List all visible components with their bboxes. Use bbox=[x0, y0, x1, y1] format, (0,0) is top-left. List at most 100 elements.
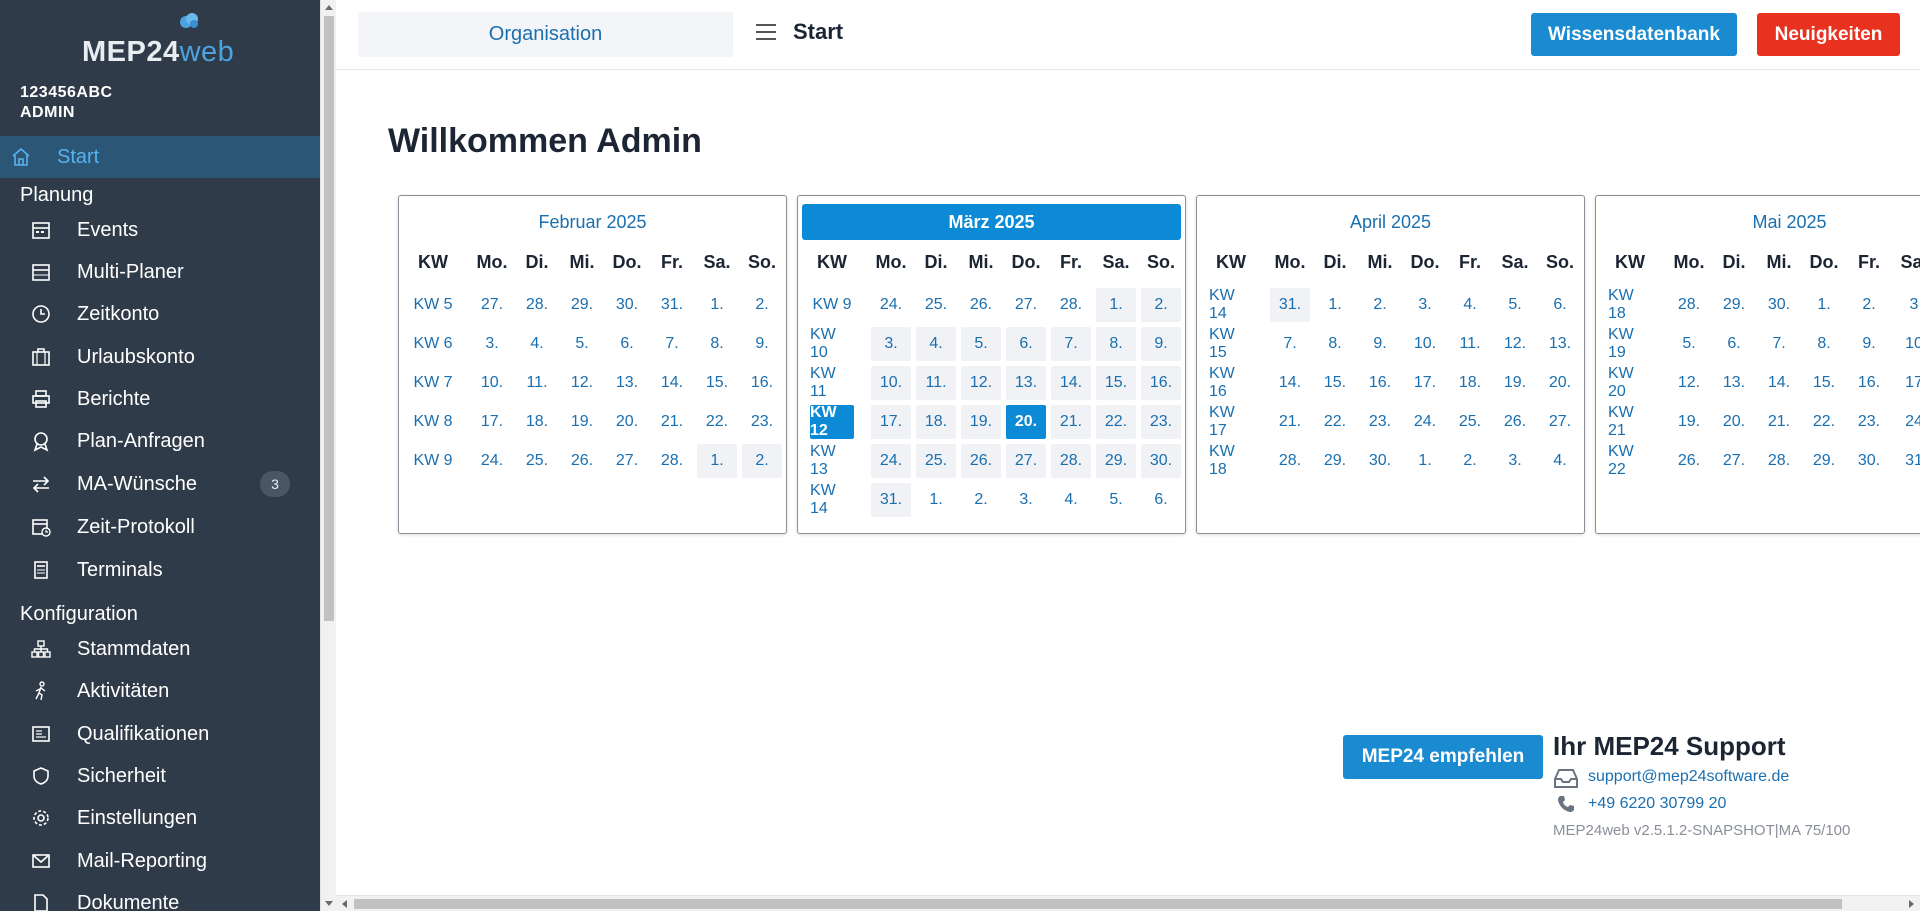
week-number-cell[interactable]: KW 15 bbox=[1209, 326, 1253, 361]
day-cell[interactable]: 31 bbox=[1894, 444, 1920, 478]
day-cell[interactable]: 26. bbox=[1495, 405, 1535, 439]
day-cell[interactable]: 6. bbox=[1714, 327, 1754, 361]
day-cell[interactable]: 31. bbox=[1270, 288, 1310, 322]
sidebar-item-start[interactable]: Start bbox=[0, 136, 320, 178]
day-cell[interactable]: 6. bbox=[1006, 327, 1046, 361]
day-cell[interactable]: 22. bbox=[1096, 405, 1136, 439]
day-cell[interactable]: 4. bbox=[1540, 444, 1580, 478]
day-cell[interactable]: 5. bbox=[562, 327, 602, 361]
day-cell[interactable]: 1. bbox=[697, 444, 737, 478]
day-cell[interactable]: 7. bbox=[652, 327, 692, 361]
day-cell[interactable]: 17 bbox=[1894, 366, 1920, 400]
week-number-cell[interactable]: KW 19 bbox=[1608, 326, 1652, 361]
sidebar-item-zeitkonto[interactable]: Zeitkonto bbox=[0, 293, 320, 335]
week-number-cell[interactable]: KW 9 bbox=[810, 288, 854, 322]
day-cell[interactable]: 1. bbox=[1804, 288, 1844, 322]
day-cell[interactable]: 9. bbox=[742, 327, 782, 361]
day-cell[interactable]: 3. bbox=[1495, 444, 1535, 478]
day-cell[interactable]: 29. bbox=[1315, 444, 1355, 478]
day-cell[interactable]: 13. bbox=[607, 366, 647, 400]
sidebar-item-plananfragen[interactable]: Plan-Anfragen bbox=[0, 420, 320, 462]
day-cell[interactable]: 6. bbox=[607, 327, 647, 361]
scrollbar-thumb[interactable] bbox=[324, 16, 334, 621]
day-cell[interactable]: 25. bbox=[916, 288, 956, 322]
sidebar-item-terminals[interactable]: Terminals bbox=[0, 549, 320, 591]
day-cell[interactable]: 27. bbox=[472, 288, 512, 322]
neuigkeiten-button[interactable]: Neuigkeiten bbox=[1757, 13, 1900, 56]
day-cell[interactable]: 11. bbox=[517, 366, 557, 400]
day-cell[interactable]: 5. bbox=[961, 327, 1001, 361]
day-cell[interactable]: 12. bbox=[562, 366, 602, 400]
week-number-cell[interactable]: KW 6 bbox=[411, 327, 455, 361]
day-cell[interactable]: 28. bbox=[1051, 288, 1091, 322]
day-cell[interactable]: 30. bbox=[1141, 444, 1181, 478]
day-cell[interactable]: 28. bbox=[517, 288, 557, 322]
day-cell[interactable]: 27. bbox=[1540, 405, 1580, 439]
day-cell[interactable]: 7. bbox=[1051, 327, 1091, 361]
day-cell[interactable]: 1. bbox=[1315, 288, 1355, 322]
week-number-cell[interactable]: KW 18 bbox=[1608, 287, 1652, 322]
day-cell[interactable]: 24. bbox=[871, 288, 911, 322]
day-cell[interactable]: 2. bbox=[1450, 444, 1490, 478]
week-number-cell[interactable]: KW 9 bbox=[411, 444, 455, 478]
day-cell[interactable]: 28. bbox=[1669, 288, 1709, 322]
support-email-link[interactable]: support@mep24software.de bbox=[1588, 768, 1789, 786]
day-cell[interactable]: 23. bbox=[742, 405, 782, 439]
day-cell[interactable]: 10. bbox=[472, 366, 512, 400]
day-cell[interactable]: 5. bbox=[1096, 483, 1136, 517]
day-cell[interactable]: 15. bbox=[1096, 366, 1136, 400]
day-cell[interactable]: 31. bbox=[652, 288, 692, 322]
day-cell[interactable]: 8. bbox=[697, 327, 737, 361]
wissensdatenbank-button[interactable]: Wissensdatenbank bbox=[1531, 13, 1737, 56]
day-cell[interactable]: 14. bbox=[1270, 366, 1310, 400]
day-cell[interactable]: 25. bbox=[517, 444, 557, 478]
day-cell[interactable]: 19. bbox=[1495, 366, 1535, 400]
day-cell[interactable]: 6. bbox=[1540, 288, 1580, 322]
day-cell[interactable]: 13. bbox=[1540, 327, 1580, 361]
sidebar-item-stammdaten[interactable]: Stammdaten bbox=[0, 628, 320, 670]
day-cell[interactable]: 22. bbox=[1315, 405, 1355, 439]
hamburger-menu-icon[interactable] bbox=[756, 24, 778, 42]
day-cell[interactable]: 23. bbox=[1360, 405, 1400, 439]
day-cell[interactable]: 23. bbox=[1141, 405, 1181, 439]
day-cell[interactable]: 5. bbox=[1669, 327, 1709, 361]
day-cell[interactable]: 11. bbox=[1450, 327, 1490, 361]
day-cell[interactable]: 18. bbox=[1450, 366, 1490, 400]
week-number-cell[interactable]: KW 11 bbox=[810, 365, 854, 400]
day-cell[interactable]: 16. bbox=[742, 366, 782, 400]
day-cell[interactable]: 3. bbox=[472, 327, 512, 361]
sidebar-item-sicherheit[interactable]: Sicherheit bbox=[0, 755, 320, 797]
month-title[interactable]: Februar 2025 bbox=[403, 204, 782, 240]
day-cell[interactable]: 3 bbox=[1894, 288, 1920, 322]
day-cell[interactable]: 5. bbox=[1495, 288, 1535, 322]
day-cell[interactable]: 24 bbox=[1894, 405, 1920, 439]
day-cell[interactable]: 20. bbox=[1714, 405, 1754, 439]
day-cell[interactable]: 6. bbox=[1141, 483, 1181, 517]
sidebar-item-events[interactable]: Events bbox=[0, 209, 320, 251]
horizontal-scrollbar[interactable] bbox=[336, 895, 1920, 911]
day-cell[interactable]: 8. bbox=[1804, 327, 1844, 361]
day-cell[interactable]: 2. bbox=[1141, 288, 1181, 322]
day-cell[interactable]: 9. bbox=[1141, 327, 1181, 361]
day-cell[interactable]: 13. bbox=[1006, 366, 1046, 400]
day-cell[interactable]: 8. bbox=[1315, 327, 1355, 361]
day-cell[interactable]: 29. bbox=[1714, 288, 1754, 322]
day-cell[interactable]: 20. bbox=[607, 405, 647, 439]
day-cell[interactable]: 15. bbox=[1804, 366, 1844, 400]
week-number-cell[interactable]: KW 18 bbox=[1209, 443, 1253, 478]
scroll-left-icon[interactable] bbox=[342, 900, 347, 908]
day-cell[interactable]: 10. bbox=[1405, 327, 1445, 361]
day-cell[interactable]: 21. bbox=[1759, 405, 1799, 439]
day-cell[interactable]: 29. bbox=[1804, 444, 1844, 478]
week-number-cell[interactable]: KW 8 bbox=[411, 405, 455, 439]
day-cell[interactable]: 16. bbox=[1141, 366, 1181, 400]
month-title[interactable]: April 2025 bbox=[1201, 204, 1580, 240]
sidebar-item-einstellungen[interactable]: Einstellungen bbox=[0, 797, 320, 839]
week-number-cell[interactable]: KW 13 bbox=[810, 443, 854, 478]
day-cell[interactable]: 4. bbox=[916, 327, 956, 361]
day-cell[interactable]: 15. bbox=[1315, 366, 1355, 400]
week-number-cell[interactable]: KW 7 bbox=[411, 366, 455, 400]
day-cell[interactable]: 30. bbox=[1360, 444, 1400, 478]
day-cell[interactable]: 28. bbox=[652, 444, 692, 478]
day-cell[interactable]: 30. bbox=[607, 288, 647, 322]
